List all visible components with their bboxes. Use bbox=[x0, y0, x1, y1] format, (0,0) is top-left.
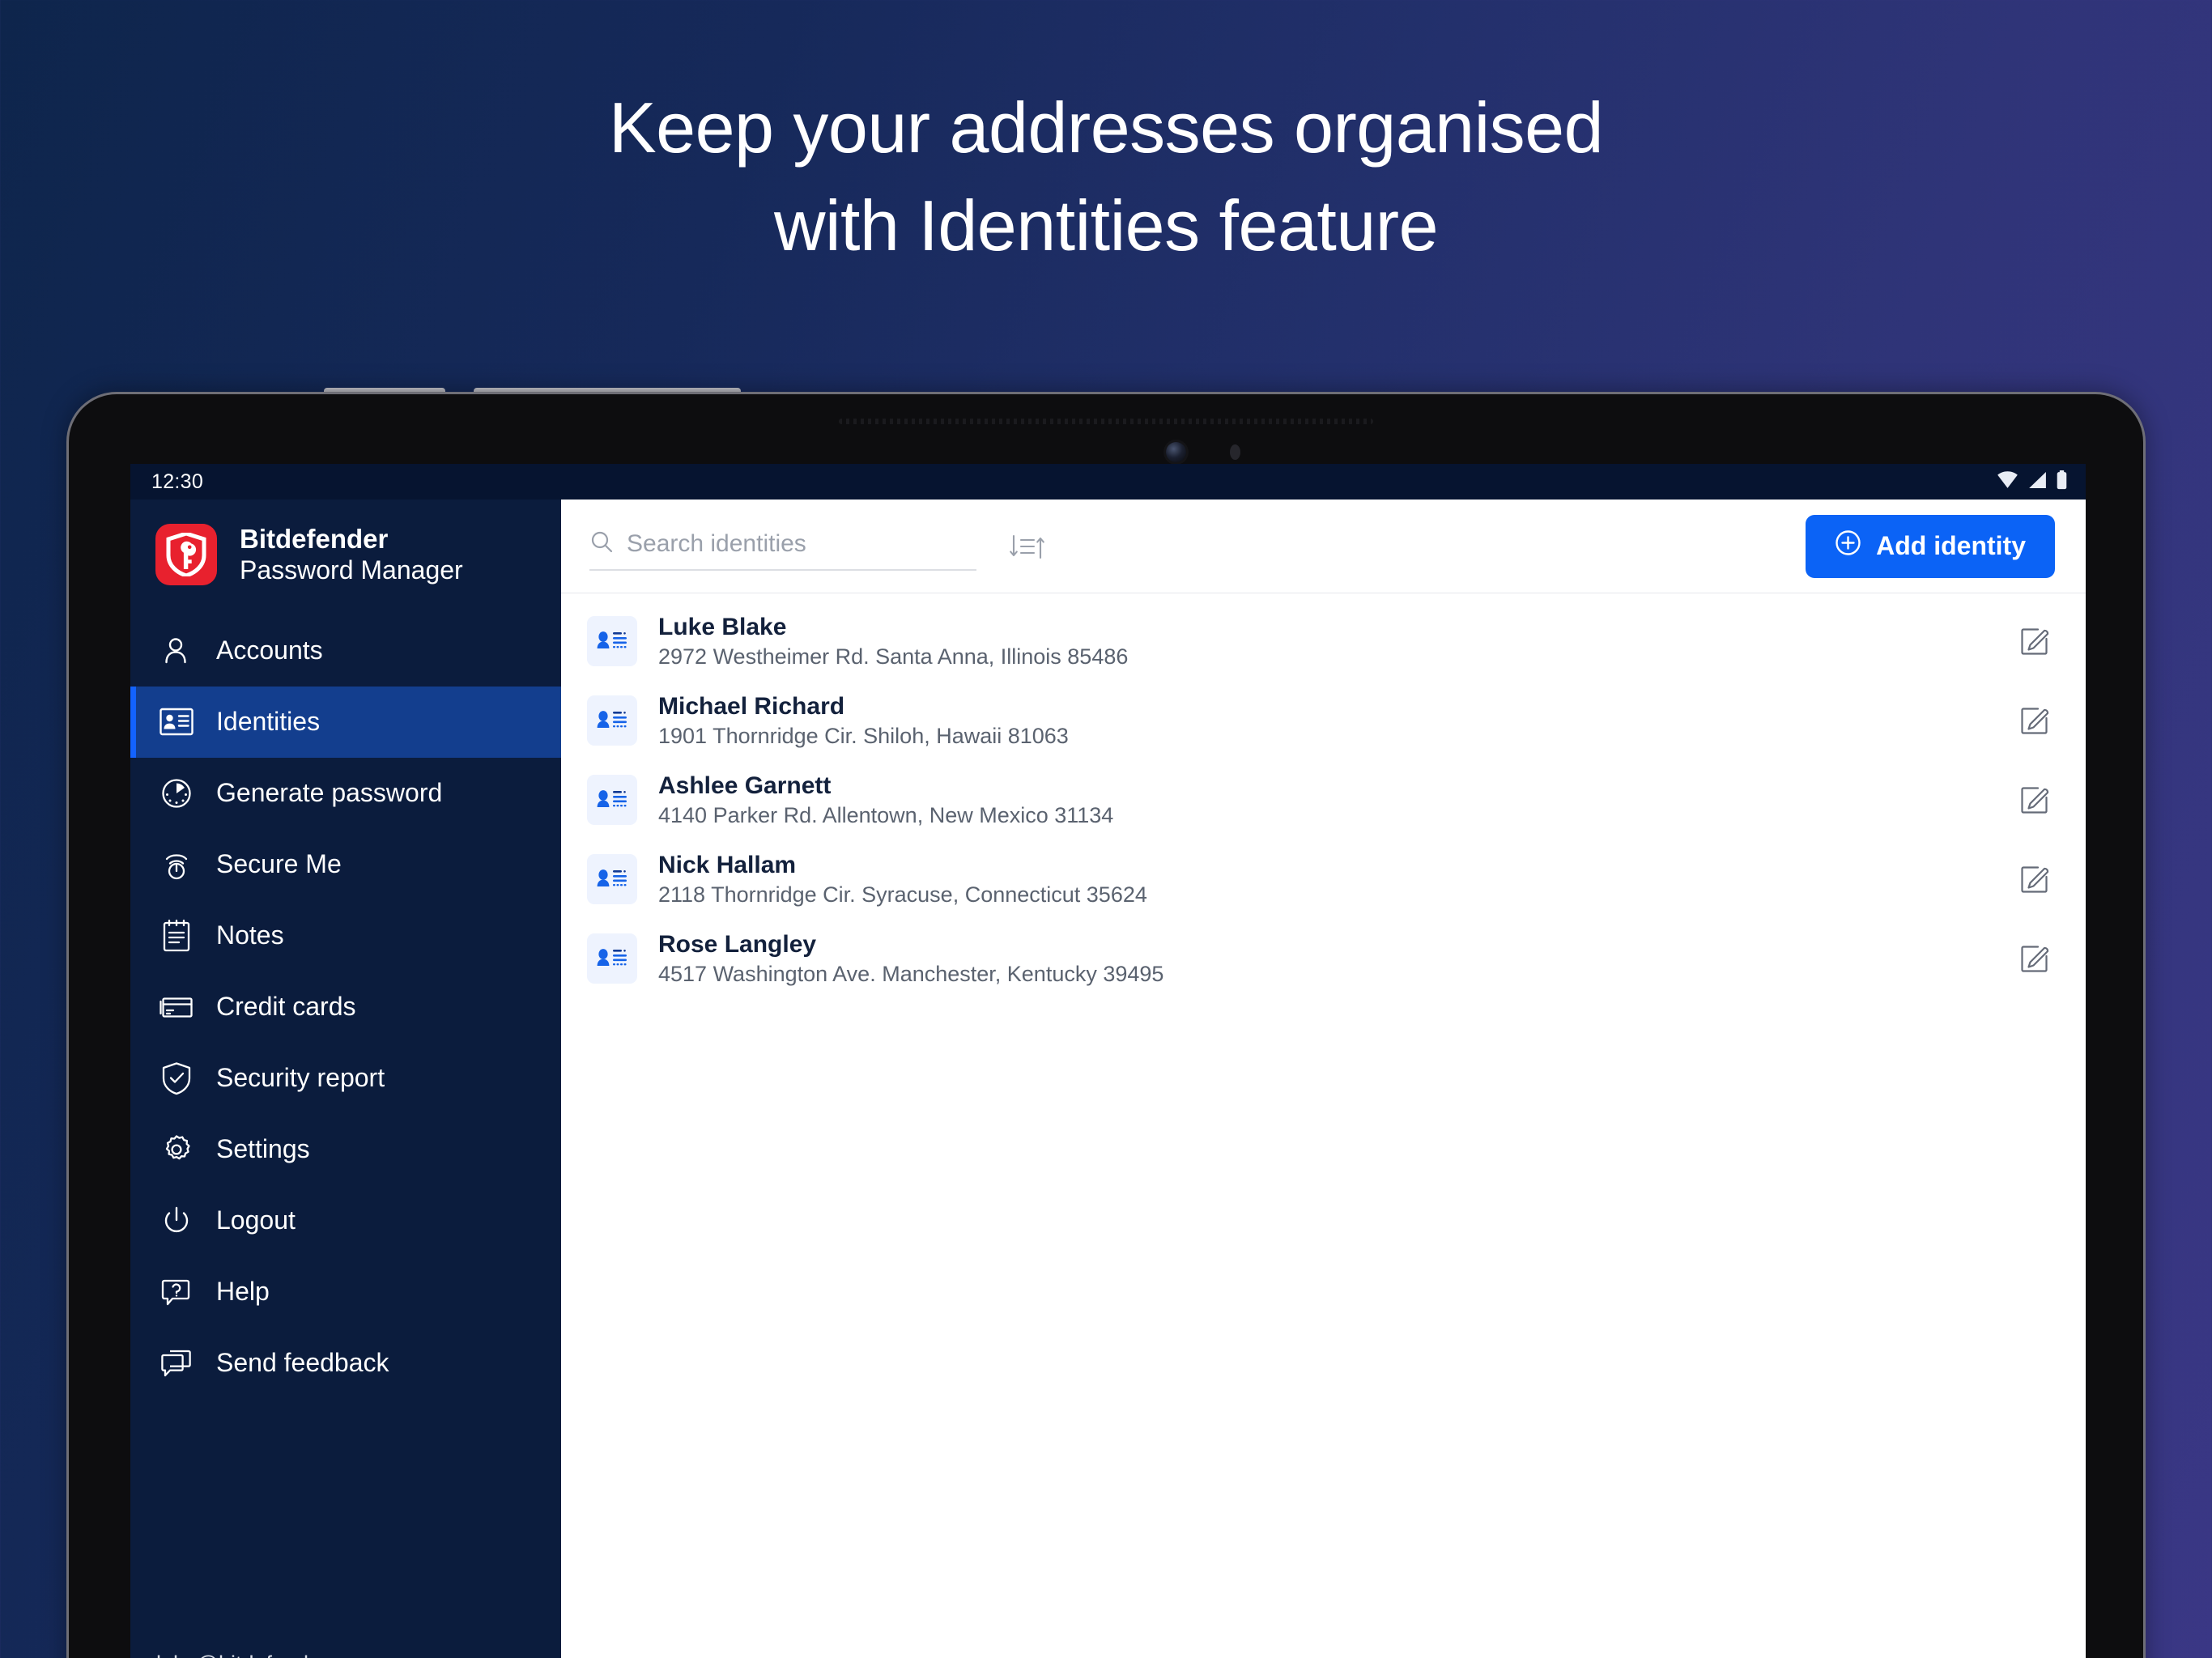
status-bar: 12:30 bbox=[130, 464, 2086, 500]
brand-subtitle: Password Manager bbox=[240, 555, 463, 585]
identity-card-icon bbox=[587, 775, 637, 825]
wifi-icon bbox=[1997, 470, 2018, 493]
feedback-icon bbox=[159, 1346, 194, 1381]
sidebar-item-label: Accounts bbox=[216, 636, 323, 665]
tablet-device: 12:30 Bitdefender Password Manager Accou… bbox=[66, 392, 2146, 1658]
sidebar-item-label: Identities bbox=[216, 707, 321, 737]
sidebar-item-accounts[interactable]: Accounts bbox=[130, 615, 561, 687]
sidebar-item-identities[interactable]: Identities bbox=[130, 686, 561, 758]
identity-card-icon bbox=[587, 695, 637, 746]
id-card-icon bbox=[159, 704, 194, 740]
help-bubble-icon bbox=[159, 1274, 194, 1310]
list-item[interactable]: Rose Langley 4517 Washington Ave. Manche… bbox=[561, 919, 2086, 998]
toolbar: Add identity bbox=[561, 500, 2086, 593]
device-sensor bbox=[1230, 444, 1240, 460]
promo-headline: Keep your addresses organised with Ident… bbox=[0, 79, 2212, 274]
sidebar-item-secure-me[interactable]: Secure Me bbox=[130, 829, 561, 900]
sidebar-item-label: Notes bbox=[216, 920, 284, 950]
list-item[interactable]: Nick Hallam 2118 Thornridge Cir. Syracus… bbox=[561, 840, 2086, 919]
identity-card-icon bbox=[587, 854, 637, 904]
search-input[interactable] bbox=[627, 529, 976, 558]
list-item[interactable]: Luke Blake 2972 Westheimer Rd. Santa Ann… bbox=[561, 602, 2086, 681]
search-icon bbox=[589, 529, 614, 558]
sidebar-item-security-report[interactable]: Security report bbox=[130, 1043, 561, 1114]
list-item[interactable]: Michael Richard 1901 Thornridge Cir. Shi… bbox=[561, 681, 2086, 760]
plus-circle-icon bbox=[1835, 529, 1861, 563]
headline-line-1: Keep your addresses organised bbox=[608, 87, 1604, 168]
sidebar-item-logout[interactable]: Logout bbox=[130, 1185, 561, 1256]
user-email: luke@bitdefender.com bbox=[156, 1652, 561, 1658]
edit-icon[interactable] bbox=[2014, 700, 2055, 741]
identity-name: Michael Richard bbox=[658, 693, 845, 721]
power-icon bbox=[159, 1203, 194, 1239]
identity-name: Ashlee Garnett bbox=[658, 772, 832, 800]
identity-address: 4517 Washington Ave. Manchester, Kentuck… bbox=[658, 961, 1164, 986]
headline-line-2: with Identities feature bbox=[773, 185, 1439, 266]
edit-icon[interactable] bbox=[2014, 780, 2055, 820]
sidebar-item-label: Generate password bbox=[216, 778, 443, 808]
sidebar-item-label: Security report bbox=[216, 1063, 385, 1093]
sidebar-item-label: Credit cards bbox=[216, 992, 356, 1022]
sidebar-item-label: Logout bbox=[216, 1205, 296, 1235]
sort-icon[interactable] bbox=[1009, 531, 1046, 563]
sidebar-item-send-feedback[interactable]: Send feedback bbox=[130, 1328, 561, 1399]
main-content: Add identity bbox=[561, 500, 2086, 1658]
sidebar-footer: luke@bitdefender.com Privacy · Terms and… bbox=[130, 1652, 561, 1658]
status-bar-time: 12:30 bbox=[151, 470, 204, 493]
identity-address: 4140 Parker Rd. Allentown, New Mexico 31… bbox=[658, 802, 1114, 827]
dial-icon bbox=[159, 776, 194, 811]
gear-icon bbox=[159, 1132, 194, 1167]
device-camera bbox=[1166, 442, 1186, 462]
brand-text: Bitdefender Password Manager bbox=[240, 524, 463, 586]
identity-name: Luke Blake bbox=[658, 614, 787, 641]
sidebar-item-notes[interactable]: Notes bbox=[130, 900, 561, 971]
credit-card-icon bbox=[159, 989, 194, 1025]
search-field[interactable] bbox=[589, 529, 976, 571]
identity-name: Nick Hallam bbox=[658, 852, 797, 879]
sidebar-item-label: Help bbox=[216, 1277, 270, 1307]
edit-icon[interactable] bbox=[2014, 621, 2055, 661]
sidebar-item-credit-cards[interactable]: Credit cards bbox=[130, 971, 561, 1043]
sidebar-nav: Accounts Identities Generate password Se… bbox=[130, 610, 561, 1399]
notepad-icon bbox=[159, 918, 194, 954]
identity-list: Luke Blake 2972 Westheimer Rd. Santa Ann… bbox=[561, 593, 2086, 1658]
sidebar-item-label: Secure Me bbox=[216, 849, 342, 879]
add-identity-button[interactable]: Add identity bbox=[1806, 514, 2055, 578]
bitdefender-logo-icon bbox=[155, 524, 217, 586]
device-speaker-grill bbox=[839, 419, 1373, 424]
sidebar-item-settings[interactable]: Settings bbox=[130, 1114, 561, 1185]
edit-icon[interactable] bbox=[2014, 938, 2055, 979]
sidebar-item-label: Settings bbox=[216, 1134, 310, 1164]
secure-me-icon bbox=[159, 847, 194, 882]
status-bar-icons bbox=[1997, 470, 2068, 494]
shield-check-icon bbox=[159, 1061, 194, 1096]
person-icon bbox=[159, 633, 194, 669]
signal-icon bbox=[2027, 471, 2047, 493]
add-identity-label: Add identity bbox=[1876, 531, 2026, 560]
brand-name: Bitdefender bbox=[240, 524, 389, 554]
sidebar-item-label: Send feedback bbox=[216, 1348, 389, 1378]
brand-header: Bitdefender Password Manager bbox=[130, 500, 561, 610]
identity-name: Rose Langley bbox=[658, 931, 817, 959]
sidebar-item-generate-password[interactable]: Generate password bbox=[130, 758, 561, 829]
identity-address: 2118 Thornridge Cir. Syracuse, Connectic… bbox=[658, 882, 1147, 907]
sidebar-item-help[interactable]: Help bbox=[130, 1256, 561, 1328]
identity-address: 1901 Thornridge Cir. Shiloh, Hawaii 8106… bbox=[658, 723, 1069, 748]
identity-card-icon bbox=[587, 616, 637, 666]
identity-address: 2972 Westheimer Rd. Santa Anna, Illinois… bbox=[658, 644, 1129, 669]
sidebar: Bitdefender Password Manager Accounts Id… bbox=[130, 500, 561, 1658]
identity-card-icon bbox=[587, 933, 637, 984]
edit-icon[interactable] bbox=[2014, 859, 2055, 899]
battery-icon bbox=[2056, 470, 2068, 494]
device-screen: 12:30 Bitdefender Password Manager Accou… bbox=[130, 464, 2086, 1658]
list-item[interactable]: Ashlee Garnett 4140 Parker Rd. Allentown… bbox=[561, 760, 2086, 840]
